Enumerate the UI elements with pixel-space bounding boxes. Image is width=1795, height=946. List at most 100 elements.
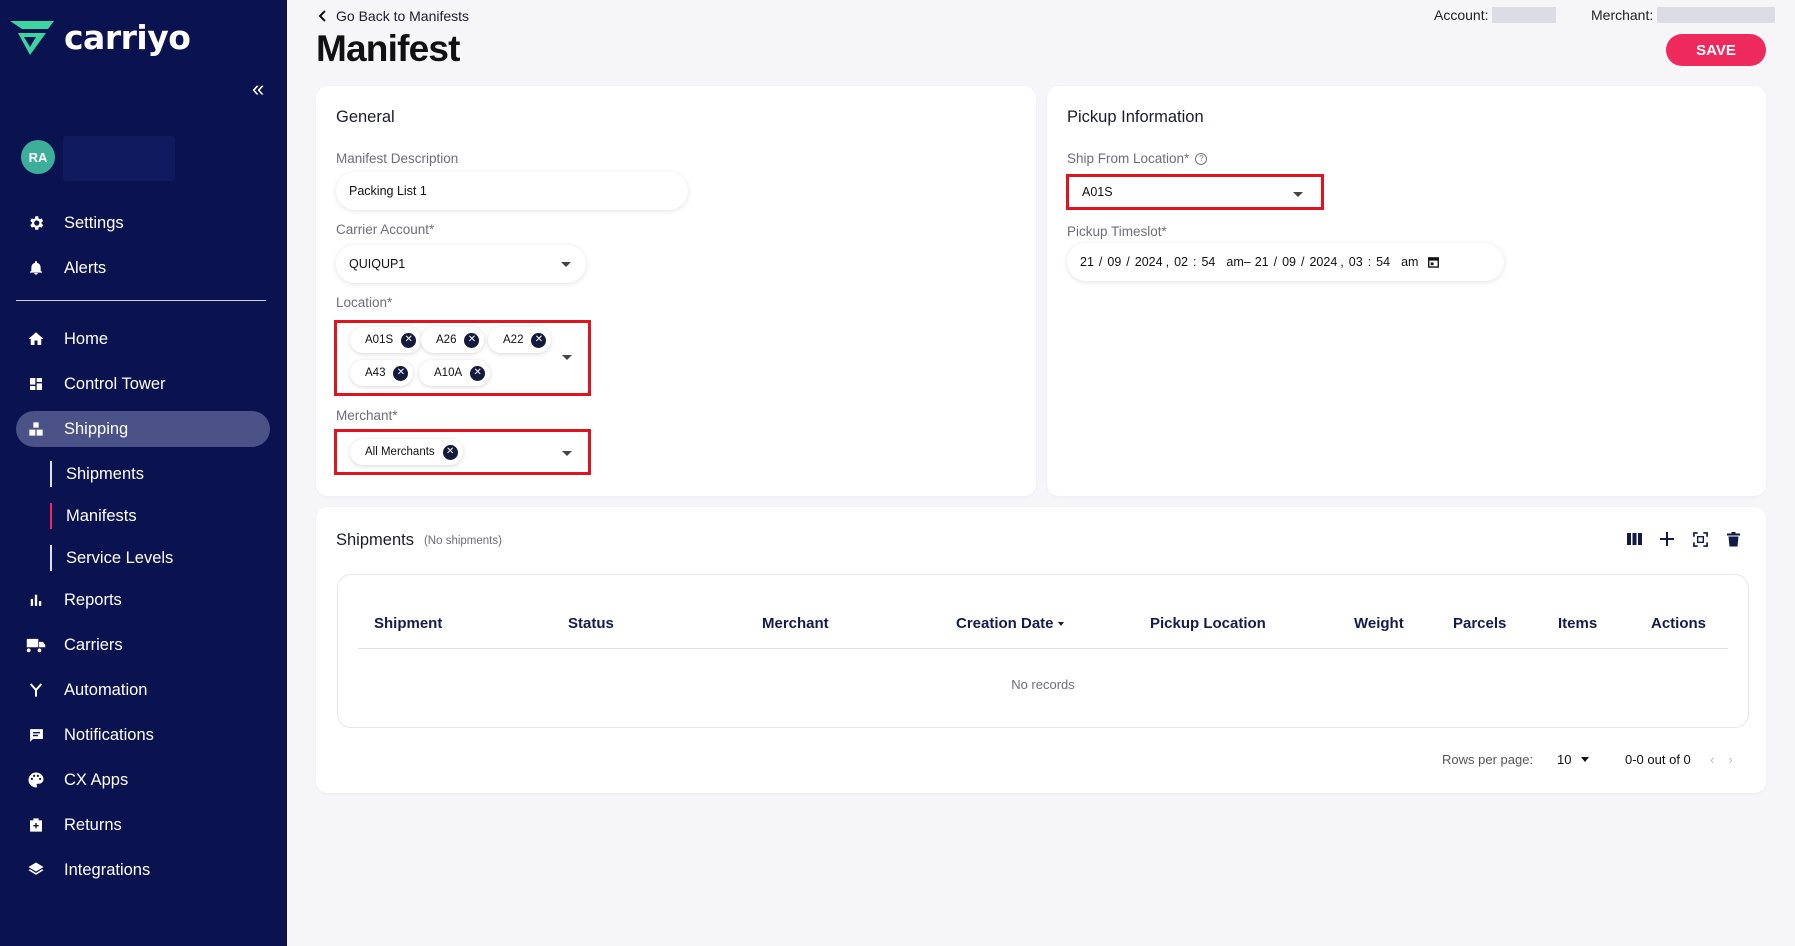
- nav-item-alerts[interactable]: Alerts: [16, 250, 270, 286]
- column-header-actions[interactable]: Actions: [1651, 615, 1706, 632]
- column-header-shipment[interactable]: Shipment: [374, 615, 442, 632]
- remove-chip-icon[interactable]: ✕: [531, 332, 547, 348]
- pickup-timeslot-input[interactable]: 21 / 09 / 2024 , 02 : 54 am – 21 / 09 / …: [1067, 243, 1504, 281]
- date-separator: /: [1273, 255, 1278, 269]
- nav-item-shipping[interactable]: Shipping: [16, 411, 270, 447]
- palette-icon: [26, 770, 46, 790]
- chat-icon: [26, 725, 46, 745]
- date-separator: /: [1126, 255, 1130, 269]
- end-month[interactable]: 09: [1282, 255, 1296, 269]
- column-header-merchant[interactable]: Merchant: [762, 615, 829, 632]
- scan-icon[interactable]: [1689, 528, 1711, 550]
- nav-item-home[interactable]: Home: [16, 321, 270, 357]
- rows-per-page-select[interactable]: 10: [1557, 752, 1590, 767]
- sidebar-item-service-levels[interactable]: Service Levels: [50, 545, 173, 571]
- start-year[interactable]: 2024: [1135, 255, 1163, 269]
- carrier-account-select[interactable]: QUIQUP1: [336, 245, 586, 283]
- help-circle-icon[interactable]: ?: [1195, 152, 1208, 165]
- ship-from-label: Ship From Location*: [1067, 151, 1190, 166]
- nav-label: Shipping: [64, 419, 129, 438]
- sidebar-item-shipments[interactable]: Shipments: [50, 461, 144, 487]
- start-month[interactable]: 09: [1107, 255, 1121, 269]
- start-ampm[interactable]: am: [1226, 255, 1243, 269]
- shipments-header: Shipments (No shipments): [336, 531, 502, 550]
- save-button[interactable]: SAVE: [1666, 34, 1766, 66]
- sidebar-item-manifests[interactable]: Manifests: [50, 503, 137, 529]
- avatar[interactable]: RA: [21, 140, 55, 174]
- start-hour[interactable]: 02: [1174, 255, 1188, 269]
- column-header-pickup-location[interactable]: Pickup Location: [1150, 615, 1266, 632]
- ship-from-value[interactable]: A01S: [1082, 185, 1113, 199]
- chip-label: A22: [503, 334, 524, 346]
- shipments-title: Shipments: [336, 531, 414, 549]
- pickup-title: Pickup Information: [1067, 108, 1204, 126]
- manifest-description-input[interactable]: Packing List 1: [336, 172, 688, 210]
- location-chip: A10A ✕: [419, 360, 491, 386]
- nav-label: Service Levels: [66, 548, 174, 567]
- boxes-icon: [26, 419, 46, 439]
- brand-logo[interactable]: carriyo: [10, 18, 191, 57]
- column-header-items[interactable]: Items: [1558, 615, 1597, 632]
- fork-icon: [26, 680, 46, 700]
- remove-chip-icon[interactable]: ✕: [442, 444, 458, 460]
- chip-label: A43: [365, 367, 386, 379]
- bar-chart-icon: [26, 590, 46, 610]
- account-value-redacted: [1492, 7, 1557, 23]
- nav-item-integrations[interactable]: Integrations: [16, 852, 270, 888]
- nav-item-notifications[interactable]: Notifications: [16, 717, 270, 753]
- nav-label: Shipments: [66, 464, 144, 483]
- next-page-icon[interactable]: ›: [1728, 752, 1732, 767]
- nav-item-returns[interactable]: Returns: [16, 807, 270, 843]
- merchant-selector[interactable]: Merchant:: [1591, 7, 1776, 23]
- shipments-table: Shipment Status Merchant Creation Date P…: [337, 574, 1749, 728]
- start-day[interactable]: 21: [1080, 255, 1094, 269]
- nav-item-settings[interactable]: Settings: [16, 205, 270, 241]
- remove-chip-icon[interactable]: ✕: [470, 365, 486, 381]
- column-header-status[interactable]: Status: [568, 615, 614, 632]
- return-box-icon: [26, 815, 46, 835]
- delete-icon[interactable]: [1722, 528, 1744, 550]
- location-chip: A22 ✕: [488, 327, 552, 353]
- ship-from-chevron-icon[interactable]: [1293, 192, 1303, 197]
- column-header-weight[interactable]: Weight: [1354, 615, 1404, 632]
- account-selector[interactable]: Account:: [1434, 7, 1557, 23]
- remove-chip-icon[interactable]: ✕: [393, 365, 409, 381]
- end-year[interactable]: 2024: [1309, 255, 1337, 269]
- end-minute[interactable]: 54: [1376, 255, 1390, 269]
- nav-item-reports[interactable]: Reports: [16, 582, 270, 618]
- location-chip: A43 ✕: [350, 360, 414, 386]
- back-label: Go Back to Manifests: [336, 8, 470, 24]
- back-to-manifests-link[interactable]: Go Back to Manifests: [318, 8, 469, 24]
- start-minute[interactable]: 54: [1201, 255, 1215, 269]
- calendar-icon[interactable]: [1428, 256, 1440, 268]
- merchant-dropdown-chevron-icon[interactable]: [562, 451, 572, 456]
- nav-item-automation[interactable]: Automation: [16, 672, 270, 708]
- pagination-controls: ‹ ›: [1710, 752, 1733, 767]
- end-hour[interactable]: 03: [1349, 255, 1363, 269]
- nav-item-control-tower[interactable]: Control Tower: [16, 366, 270, 402]
- nav-item-cx-apps[interactable]: CX Apps: [16, 762, 270, 798]
- columns-icon[interactable]: [1623, 528, 1645, 550]
- location-chip: A01S ✕: [350, 327, 422, 353]
- nav-label: Home: [64, 329, 109, 348]
- location-dropdown-chevron-icon[interactable]: [562, 355, 572, 360]
- nav-label: Integrations: [64, 860, 151, 879]
- column-header-parcels[interactable]: Parcels: [1453, 615, 1506, 632]
- end-day[interactable]: 21: [1255, 255, 1269, 269]
- location-label: Location*: [336, 295, 393, 310]
- collapse-sidebar-icon[interactable]: «: [252, 78, 264, 100]
- nav-label: Settings: [64, 213, 124, 232]
- column-header-creation-date[interactable]: Creation Date: [956, 615, 1064, 632]
- nav-item-carriers[interactable]: Carriers: [16, 627, 270, 663]
- header-divider: [358, 648, 1728, 649]
- previous-page-icon[interactable]: ‹: [1710, 752, 1714, 767]
- end-ampm[interactable]: am: [1401, 255, 1418, 269]
- merchant-value-redacted: [1657, 7, 1776, 23]
- chip-label: A26: [436, 334, 457, 346]
- add-shipment-icon[interactable]: [1656, 528, 1678, 550]
- chevron-left-icon: [318, 10, 326, 22]
- time-separator: :: [1367, 255, 1372, 269]
- remove-chip-icon[interactable]: ✕: [401, 332, 417, 348]
- remove-chip-icon[interactable]: ✕: [464, 332, 480, 348]
- location-chip: A26 ✕: [421, 327, 485, 353]
